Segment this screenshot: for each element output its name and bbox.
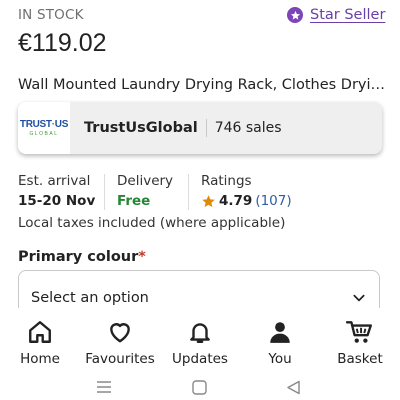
- nav-home[interactable]: Home: [0, 308, 80, 367]
- ratings-summary[interactable]: Ratings 4.79 (107): [201, 173, 292, 209]
- recents-icon: [97, 381, 111, 393]
- person-icon: [270, 322, 290, 343]
- product-title[interactable]: Wall Mounted Laundry Drying Rack, Clothe…: [18, 77, 390, 93]
- nav-updates[interactable]: Updates: [160, 308, 240, 367]
- home-icon: [192, 380, 207, 395]
- arrival-value: 15-20 Nov: [18, 193, 96, 209]
- system-home-button[interactable]: [192, 380, 207, 395]
- nav-basket-label: Basket: [337, 351, 383, 367]
- nav-updates-label: Updates: [172, 351, 228, 367]
- star-seller-label: Star Seller: [310, 7, 386, 23]
- nav-home-label: Home: [20, 351, 60, 367]
- bell-icon: [190, 323, 210, 343]
- delivery-label: Delivery: [117, 173, 174, 189]
- bottom-navigation: Home Favourites Updates You Basket: [0, 308, 400, 370]
- rating-value: 4.79: [219, 193, 253, 209]
- shop-name[interactable]: TrustUsGlobal: [84, 120, 198, 136]
- select-placeholder: Select an option: [31, 290, 149, 306]
- shop-logo: TRUST·US GLOBAL: [18, 102, 70, 154]
- nav-favourites-label: Favourites: [85, 351, 155, 367]
- shop-sales-count: 746 sales: [214, 120, 282, 136]
- primary-colour-label: Primary colour*: [18, 249, 146, 265]
- back-button[interactable]: [286, 380, 301, 395]
- basket-icon: [346, 321, 372, 343]
- nav-basket[interactable]: Basket: [320, 308, 400, 367]
- info-divider: [104, 174, 105, 210]
- recents-button[interactable]: [96, 380, 112, 394]
- nav-you[interactable]: You: [240, 308, 320, 367]
- nav-favourites[interactable]: Favourites: [80, 308, 160, 367]
- ratings-label: Ratings: [201, 173, 252, 189]
- star-icon: [202, 194, 215, 207]
- rating-count[interactable]: (107): [255, 193, 291, 209]
- arrival-label: Est. arrival: [18, 173, 91, 189]
- back-icon: [287, 380, 300, 395]
- nav-you-label: You: [268, 351, 292, 367]
- shop-divider: [205, 119, 207, 137]
- chevron-down-icon: [353, 294, 365, 302]
- delivery-value: Free: [117, 193, 151, 209]
- home-icon: [29, 321, 51, 343]
- taxes-note: Local taxes included (where applicable): [18, 215, 286, 231]
- availability-status: IN STOCK: [18, 7, 84, 23]
- star-seller-badge-icon: [287, 7, 303, 23]
- info-divider: [188, 174, 189, 210]
- product-price: €119.02: [18, 29, 107, 57]
- system-navigation-bar: [0, 372, 400, 400]
- delivery-cost: Delivery Free: [117, 173, 173, 209]
- shop-card[interactable]: TRUST·US GLOBAL TrustUsGlobal 746 sales: [18, 102, 382, 154]
- estimated-arrival[interactable]: Est. arrival 15-20 Nov: [18, 173, 95, 209]
- star-seller-badge[interactable]: Star Seller: [287, 7, 385, 23]
- heart-icon: [110, 323, 130, 343]
